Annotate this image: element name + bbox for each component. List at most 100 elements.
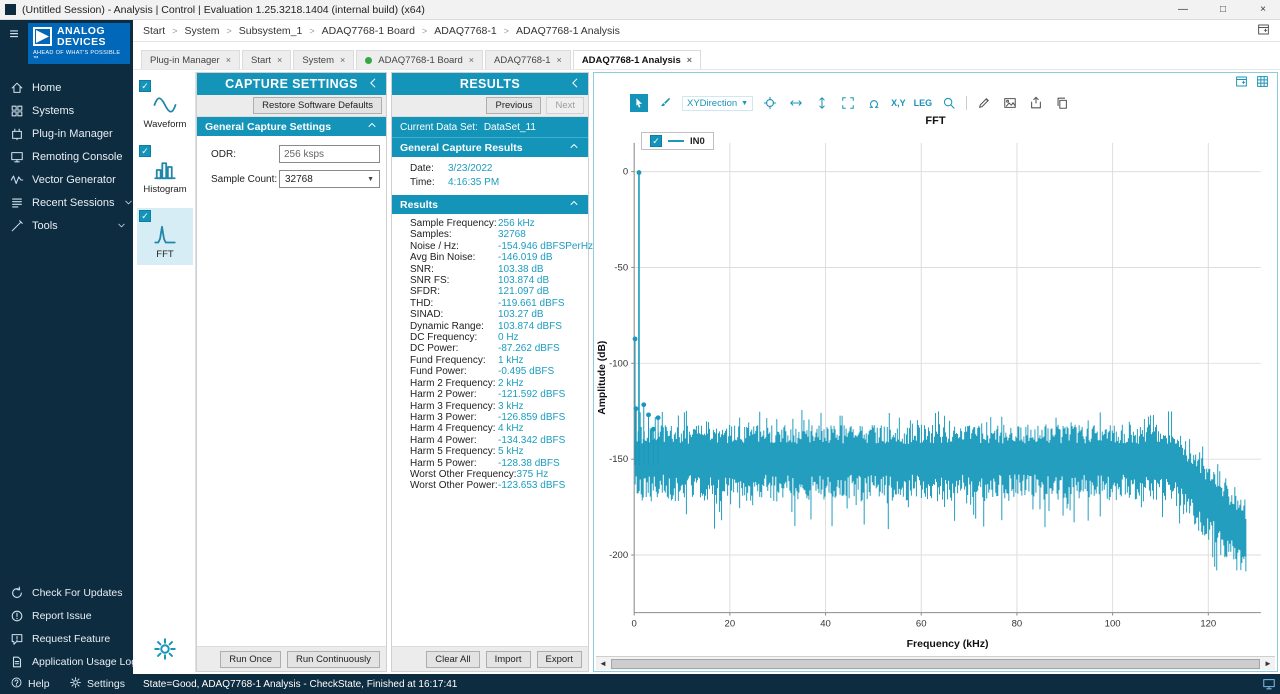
general-capture-settings-section-title: General Capture Settings [205, 121, 331, 133]
tab-start[interactable]: Start× [242, 50, 291, 69]
fft-checkbox[interactable]: ✓ [139, 210, 151, 222]
tab-adaq7768-1[interactable]: ADAQ7768-1× [485, 50, 571, 69]
sidebar-item-check-for-updates[interactable]: Check For Updates [0, 581, 133, 604]
breadcrumb-separator: > [504, 26, 509, 36]
scroll-right-icon[interactable]: ► [1261, 659, 1275, 668]
result-value: -134.342 dBFS [498, 435, 565, 446]
tab-system[interactable]: System× [293, 50, 354, 69]
sidebar-item-systems[interactable]: Systems [0, 99, 133, 122]
sidebar-item-plug-in-manager[interactable]: Plug-in Manager [0, 122, 133, 145]
chevron-up-icon[interactable] [568, 140, 580, 155]
restore-defaults-button[interactable]: Restore Software Defaults [253, 97, 382, 114]
collapse-panel-icon[interactable] [366, 76, 380, 90]
chart-horizontal-scrollbar[interactable]: ◄ ► [596, 656, 1275, 670]
sidebar-item-report-issue[interactable]: Report Issue [0, 604, 133, 627]
brush-tool-icon[interactable] [656, 94, 674, 112]
sidebar-bottom-row: Help Settings [0, 673, 133, 694]
next-dataset-button[interactable]: Next [546, 97, 584, 114]
chart-legend[interactable]: ✓ IN0 [641, 132, 714, 150]
xy-direction-dropdown[interactable]: XYDirection▼ [682, 96, 753, 111]
tab-adaq7768-1-analysis[interactable]: ADAQ7768-1 Analysis× [573, 50, 701, 69]
run-once-button[interactable]: Run Once [220, 651, 281, 668]
chevron-up-icon[interactable] [568, 197, 580, 212]
breadcrumb-item-adaq7768-1-board[interactable]: ADAQ7768-1 Board [322, 25, 415, 37]
autoscale-icon[interactable] [865, 94, 883, 112]
export-button[interactable]: Export [537, 651, 582, 668]
waveform-icon [153, 93, 177, 117]
fft-chart-region: XYDirection▼X,YLEG FFT 0-50-100-150-2000… [593, 72, 1278, 672]
dock-panel-icon[interactable] [1235, 75, 1248, 91]
tool-histogram[interactable]: ✓Histogram [137, 143, 193, 200]
results-section-title: Results [400, 199, 438, 211]
sidebar-item-request-feature[interactable]: Request Feature [0, 627, 133, 650]
save-image-icon[interactable] [1001, 94, 1019, 112]
grid-view-icon[interactable] [1256, 75, 1269, 91]
breadcrumb-item-subsystem-1[interactable]: Subsystem_1 [239, 25, 303, 37]
result-row: Harm 2 Power:-121.592 dBFS [410, 389, 586, 400]
breadcrumb-item-start[interactable]: Start [143, 25, 165, 37]
dock-panel-icon[interactable] [1257, 23, 1270, 39]
result-label: Samples: [410, 229, 498, 240]
analysis-settings-gear-icon[interactable] [135, 628, 195, 672]
tab-close-icon[interactable]: × [340, 55, 345, 65]
update-icon [10, 586, 24, 600]
sidebar-item-help[interactable]: Help [10, 676, 50, 692]
close-button[interactable]: × [1246, 0, 1280, 19]
tab-close-icon[interactable]: × [469, 55, 474, 65]
fit-view-icon[interactable] [839, 94, 857, 112]
legend-toggle[interactable]: LEG [914, 98, 933, 108]
current-dataset-label: Current Data Set: [400, 122, 478, 133]
copy-plot-icon[interactable] [1053, 94, 1071, 112]
export-data-icon[interactable] [1027, 94, 1045, 112]
annotate-icon[interactable] [975, 94, 993, 112]
tool-fft[interactable]: ✓FFT [137, 208, 193, 265]
results-list: Sample Frequency:256 kHzSamples:32768Noi… [392, 214, 588, 494]
vertical-pan-icon[interactable] [813, 94, 831, 112]
xy-values-toggle[interactable]: X,Y [891, 98, 906, 108]
waveform-checkbox[interactable]: ✓ [139, 80, 151, 92]
breadcrumb-item-adaq7768-1[interactable]: ADAQ7768-1 [434, 25, 496, 37]
collapse-panel-icon[interactable] [568, 76, 582, 90]
breadcrumb-item-adaq7768-1-analysis[interactable]: ADAQ7768-1 Analysis [516, 25, 620, 37]
zoom-tool-icon[interactable] [940, 94, 958, 112]
general-capture-results-section-title: General Capture Results [400, 142, 523, 154]
sidebar-item-tools[interactable]: Tools [0, 214, 133, 237]
sidebar-item-application-usage-logging[interactable]: Application Usage Logging [0, 650, 133, 673]
chevron-up-icon[interactable] [366, 119, 378, 134]
pointer-tool-icon[interactable] [630, 94, 648, 112]
legend-checkbox[interactable]: ✓ [650, 135, 662, 147]
sidebar-item-home[interactable]: Home [0, 76, 133, 99]
tab-close-icon[interactable]: × [557, 55, 562, 65]
clear-all-button[interactable]: Clear All [426, 651, 479, 668]
sidebar: ≡ ANALOG DEVICES AHEAD OF WHAT'S POSSIBL… [0, 20, 133, 694]
resize-grip-icon[interactable] [1262, 677, 1276, 691]
tab-plug-in-manager[interactable]: Plug-in Manager× [141, 50, 240, 69]
chart-plot-area[interactable]: 0-50-100-150-200020406080100120Frequency… [594, 129, 1277, 656]
tab-close-icon[interactable]: × [226, 55, 231, 65]
breadcrumb-item-system[interactable]: System [184, 25, 219, 37]
run-continuously-button[interactable]: Run Continuously [287, 651, 380, 668]
odr-input[interactable] [279, 145, 380, 163]
tab-adaq7768-1-board[interactable]: ADAQ7768-1 Board× [356, 50, 483, 69]
scroll-left-icon[interactable]: ◄ [596, 659, 610, 668]
import-button[interactable]: Import [486, 651, 531, 668]
tool-waveform[interactable]: ✓Waveform [137, 78, 193, 135]
sidebar-item-recent-sessions[interactable]: Recent Sessions [0, 191, 133, 214]
crosshair-tool-icon[interactable] [761, 94, 779, 112]
scrollbar-thumb[interactable] [611, 659, 1260, 669]
sidebar-item-settings[interactable]: Settings [69, 676, 125, 692]
hamburger-menu-icon[interactable]: ≡ [0, 20, 28, 44]
previous-dataset-button[interactable]: Previous [486, 97, 541, 114]
tab-close-icon[interactable]: × [277, 55, 282, 65]
sidebar-item-vector-generator[interactable]: Vector Generator [0, 168, 133, 191]
fft-plot[interactable]: 0-50-100-150-200020406080100120Frequency… [594, 129, 1277, 656]
tab-close-icon[interactable]: × [687, 55, 692, 65]
sample-count-dropdown[interactable]: 32768 ▼ [279, 170, 380, 188]
maximize-button[interactable]: □ [1206, 0, 1240, 19]
minimize-button[interactable]: — [1166, 0, 1200, 19]
horizontal-pan-icon[interactable] [787, 94, 805, 112]
histogram-checkbox[interactable]: ✓ [139, 145, 151, 157]
sidebar-item-remoting-console[interactable]: Remoting Console [0, 145, 133, 168]
chevron-down-icon: ▼ [367, 176, 374, 183]
svg-text:100: 100 [1105, 618, 1121, 629]
